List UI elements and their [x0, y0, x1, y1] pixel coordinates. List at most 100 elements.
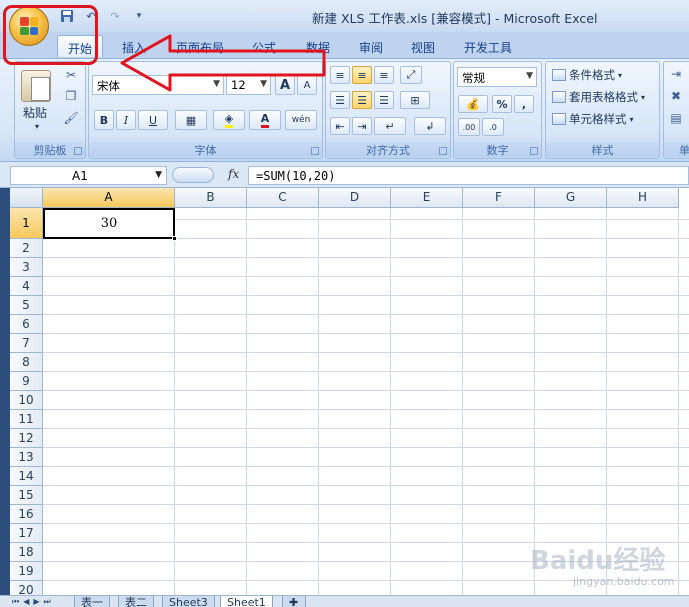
row-header-10[interactable]: 10: [10, 391, 43, 410]
column-header-d[interactable]: D: [319, 188, 391, 208]
sheet-nav-arrows-icon[interactable]: ⏮◀▶⏭: [12, 596, 55, 607]
annotation-arrow: [120, 34, 326, 92]
italic-button[interactable]: I: [116, 110, 136, 130]
align-bottom-button[interactable]: ≡: [374, 66, 394, 84]
decrease-decimal-button[interactable]: .0: [482, 118, 504, 136]
paste-button-label[interactable]: 粘贴: [23, 104, 47, 121]
chevron-down-icon: ▾: [618, 70, 623, 80]
insert-function-button[interactable]: fx: [228, 167, 239, 181]
orientation-button[interactable]: ⤢: [400, 66, 422, 84]
conditional-formatting-button[interactable]: 条件格式 ▾: [552, 67, 622, 83]
row-header-14[interactable]: 14: [10, 467, 43, 486]
row-header-19[interactable]: 19: [10, 562, 43, 581]
fill-handle[interactable]: [172, 236, 177, 241]
text-direction-button[interactable]: ↲: [414, 117, 446, 135]
row-header-5[interactable]: 5: [10, 296, 43, 315]
merge-center-button[interactable]: ⊞: [400, 91, 430, 109]
align-right-button[interactable]: ☰: [374, 91, 394, 109]
tab-review[interactable]: 审阅: [350, 35, 392, 57]
font-color-button[interactable]: A: [249, 110, 281, 130]
row-header-18[interactable]: 18: [10, 543, 43, 562]
fill-color-button[interactable]: ◈: [213, 110, 245, 130]
cells-group-label: 单: [664, 142, 689, 157]
align-left-button[interactable]: ☰: [330, 91, 350, 109]
formula-input[interactable]: =SUM(10,20): [248, 166, 689, 185]
column-header-b[interactable]: B: [175, 188, 247, 208]
phonetic-button[interactable]: wén: [285, 110, 317, 130]
format-painter-icon[interactable]: 🖌: [63, 111, 79, 125]
cells-group: ⇥ ✖ ▤ 单: [663, 61, 689, 159]
accounting-format-button[interactable]: 💰: [458, 95, 488, 113]
tab-view[interactable]: 视图: [403, 35, 443, 57]
align-center-button[interactable]: ☰: [352, 91, 372, 109]
clipboard-launcher-icon[interactable]: [74, 147, 82, 155]
column-header-f[interactable]: F: [463, 188, 535, 208]
number-launcher-icon[interactable]: [530, 147, 538, 155]
format-cells-icon[interactable]: ▤: [668, 111, 684, 125]
column-header-a[interactable]: A: [43, 188, 175, 208]
column-header-g[interactable]: G: [535, 188, 607, 208]
borders-button[interactable]: ▦: [175, 110, 207, 130]
alignment-group-label: 对齐方式: [326, 142, 450, 157]
row-header-11[interactable]: 11: [10, 410, 43, 429]
cell-a1[interactable]: 30: [43, 208, 175, 239]
increase-decimal-button[interactable]: .00: [458, 118, 480, 136]
row-header-9[interactable]: 9: [10, 372, 43, 391]
format-as-table-button[interactable]: 套用表格格式 ▾: [552, 89, 645, 105]
number-group-label: 数字: [454, 142, 541, 157]
redo-icon[interactable]: ↷: [106, 8, 124, 24]
row-header-20[interactable]: 20: [10, 581, 43, 595]
gridline: [390, 208, 391, 595]
copy-icon[interactable]: ❐: [63, 89, 79, 103]
insert-sheet-icon[interactable]: ✚: [282, 596, 306, 607]
align-top-button[interactable]: ≡: [330, 66, 350, 84]
row-header-4[interactable]: 4: [10, 277, 43, 296]
bold-button[interactable]: B: [94, 110, 114, 130]
insert-cells-icon[interactable]: ⇥: [668, 67, 684, 81]
worksheet-grid[interactable]: ABCDEFGH 1 2 3 4 5 6 7 8 9 10 11 12 13 14 15 16 17 18 19 20…: [0, 188, 689, 595]
paste-icon[interactable]: [21, 70, 51, 102]
delete-cells-icon[interactable]: ✖: [668, 89, 684, 103]
column-header-c[interactable]: C: [247, 188, 319, 208]
sheet-tab-active[interactable]: Sheet1: [220, 596, 273, 607]
sheet-tab[interactable]: 表二: [118, 596, 154, 607]
number-format-value: 常规: [462, 71, 485, 85]
row-header-13[interactable]: 13: [10, 448, 43, 467]
formula-bar-resize-handle[interactable]: [172, 167, 214, 183]
comma-style-button[interactable]: ,: [514, 95, 534, 113]
sheet-tab[interactable]: Sheet3: [162, 596, 215, 607]
row-header-1[interactable]: 1: [10, 208, 43, 239]
select-all-corner[interactable]: [10, 188, 43, 208]
wrap-text-button[interactable]: ↵: [374, 117, 406, 135]
cell-styles-button[interactable]: 单元格样式 ▾: [552, 111, 634, 127]
ribbon-tabs: 开始 插入 页面布局 公式 数据 审阅 视图 开发工具: [0, 32, 689, 58]
row-header-6[interactable]: 6: [10, 315, 43, 334]
column-header-e[interactable]: E: [391, 188, 463, 208]
gridline: [534, 208, 535, 595]
row-header-16[interactable]: 16: [10, 505, 43, 524]
row-header-7[interactable]: 7: [10, 334, 43, 353]
paste-dropdown-icon[interactable]: ▾: [35, 122, 39, 131]
number-format-select[interactable]: 常规 ▼: [457, 67, 537, 87]
row-header-12[interactable]: 12: [10, 429, 43, 448]
percent-style-button[interactable]: %: [492, 95, 512, 113]
row-header-15[interactable]: 15: [10, 486, 43, 505]
font-launcher-icon[interactable]: [311, 147, 319, 155]
customize-quick-access-icon[interactable]: ▾: [130, 8, 148, 24]
tab-developer[interactable]: 开发工具: [456, 35, 520, 57]
alignment-launcher-icon[interactable]: [439, 147, 447, 155]
row-header-8[interactable]: 8: [10, 353, 43, 372]
cut-icon[interactable]: ✂: [63, 68, 79, 82]
row-header-17[interactable]: 17: [10, 524, 43, 543]
align-middle-button[interactable]: ≡: [352, 66, 372, 84]
chevron-down-icon: ▼: [155, 170, 162, 180]
sheet-tab[interactable]: 表一: [74, 596, 110, 607]
cell-area[interactable]: [43, 208, 689, 595]
decrease-indent-button[interactable]: ⇤: [330, 117, 350, 135]
underline-button[interactable]: U: [138, 110, 168, 130]
name-box[interactable]: A1 ▼: [10, 166, 167, 185]
row-header-2[interactable]: 2: [10, 239, 43, 258]
row-header-3[interactable]: 3: [10, 258, 43, 277]
increase-indent-button[interactable]: ⇥: [352, 117, 372, 135]
column-header-h[interactable]: H: [607, 188, 679, 208]
